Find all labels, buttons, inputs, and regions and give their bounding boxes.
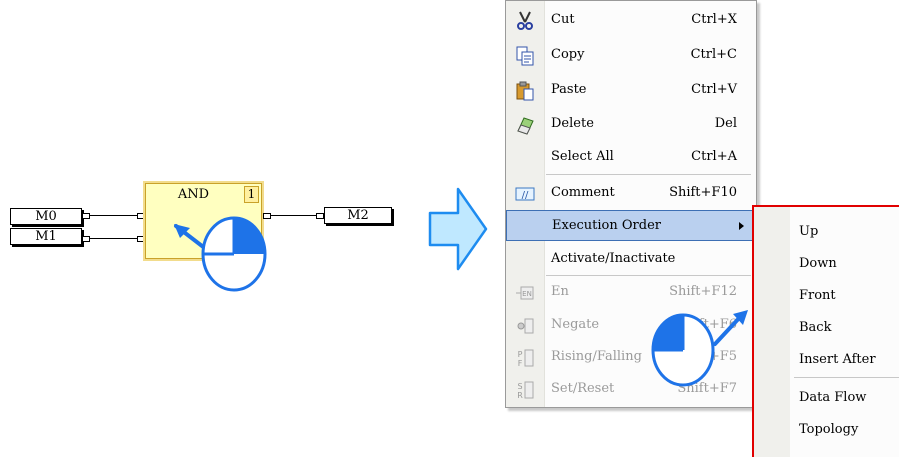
mouse-right-click-icon [174,216,267,292]
annotation-overlay [174,187,748,387]
mouse-left-click-icon [651,310,748,387]
right-arrow-icon [428,187,488,271]
